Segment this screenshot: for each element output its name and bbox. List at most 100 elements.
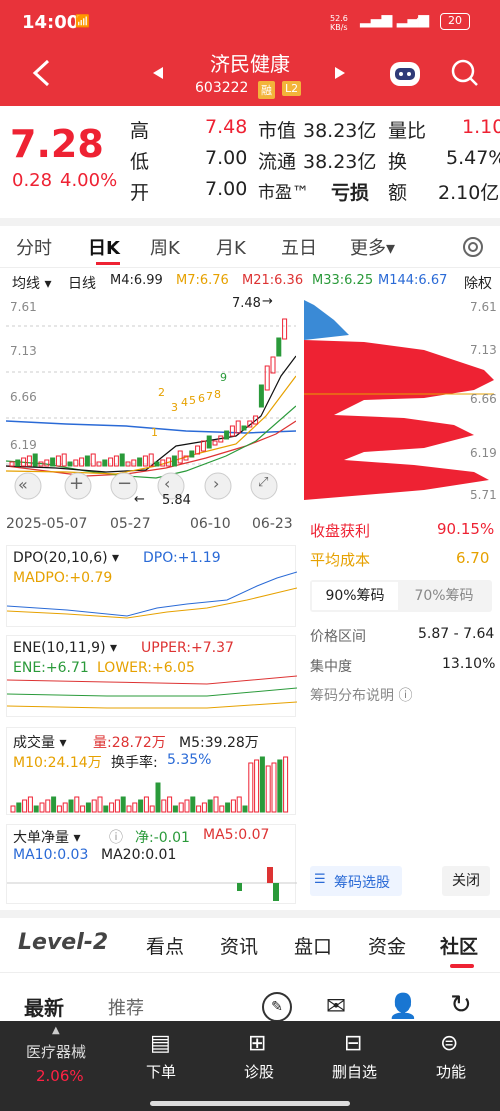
candle xyxy=(44,459,50,467)
volume-bar xyxy=(283,756,289,813)
quote-value: 5.47% xyxy=(446,147,500,169)
volume-bar xyxy=(62,802,68,813)
concentration-value: 13.10% xyxy=(442,656,496,672)
divider xyxy=(0,910,500,918)
dpo-panel[interactable]: DPO(20,10,6) ▾ DPO:+1.19 MADPO:+0.79 xyxy=(6,545,297,627)
chart-area: 均线 ▾ 日线 M4:6.99 M7:6.76 M21:6.36 M33:6.2… xyxy=(0,268,500,908)
chip-y-tick: 5.71 xyxy=(470,488,497,502)
tab-five-day[interactable]: 五日 xyxy=(281,234,317,260)
status-bar: 14:00 📶 52.6 KB/s ▂▄▆ ▂▄▆ ◠ 20 xyxy=(0,0,500,44)
post-icon[interactable]: ✎ xyxy=(262,992,292,1022)
tab-daily[interactable]: 日K xyxy=(88,234,120,260)
volume-bar xyxy=(242,805,248,813)
level2-badge: L2 xyxy=(282,81,302,96)
diagnose-icon[interactable]: ⊞ xyxy=(248,1031,266,1056)
ene-title[interactable]: ENE(10,11,9) ▾ xyxy=(13,640,117,656)
close-chip-button[interactable]: 关闭 xyxy=(442,866,490,896)
next-icon[interactable]: › xyxy=(213,474,219,493)
ene-upper: UPPER:+7.37 xyxy=(141,640,234,656)
ene-panel[interactable]: ENE(10,11,9) ▾ UPPER:+7.37 ENE:+6.71 LOW… xyxy=(6,635,297,717)
level2-tab[interactable]: Level-2 xyxy=(18,930,108,955)
settings-icon[interactable] xyxy=(460,234,486,260)
period-label: 日线 xyxy=(68,276,96,292)
tab-recommend[interactable]: 推荐 xyxy=(108,994,144,1020)
volume-bar xyxy=(80,805,86,813)
prev-icon[interactable]: ‹ xyxy=(164,474,170,493)
chip-select-button[interactable]: ☰ 筹码选股 xyxy=(310,866,402,896)
stock-header: 济民健康 603222 融 L2 xyxy=(0,44,500,106)
quote-value: 38.23亿 xyxy=(303,120,377,142)
remove-watch-button[interactable]: 删自选 xyxy=(332,1061,377,1082)
volume-bar xyxy=(97,796,103,813)
zoom-in-icon[interactable]: + xyxy=(69,473,84,494)
date-label: 06-23 xyxy=(252,516,293,532)
chip-select-label: 筹码选股 xyxy=(334,875,390,891)
signal-badge: 1 xyxy=(151,426,158,439)
user-icon[interactable]: 👤 xyxy=(388,992,418,1020)
order-button[interactable]: 下单 xyxy=(146,1061,176,1082)
refresh-icon[interactable]: ↻ xyxy=(450,990,472,1020)
tab-more[interactable]: 更多▾ xyxy=(350,234,395,260)
kline-chart[interactable]: 1 23 4 5 6 7 8 9 xyxy=(6,296,296,506)
menu-icon[interactable]: ⊜ xyxy=(440,1031,458,1056)
candle xyxy=(206,435,212,449)
robot-assistant-icon[interactable] xyxy=(388,58,422,88)
order-icon[interactable]: ▤ xyxy=(150,1031,171,1056)
tab-chip-70[interactable]: 70%筹码 xyxy=(400,582,488,610)
ex-rights-toggle[interactable]: 除权 xyxy=(464,273,492,293)
active-tab-indicator xyxy=(450,964,474,968)
dpo-title[interactable]: DPO(20,10,6) ▾ xyxy=(13,550,119,566)
signal-badge: 8 xyxy=(214,388,221,401)
function-button[interactable]: 功能 xyxy=(436,1061,466,1082)
chip-distribution-chart[interactable] xyxy=(304,300,494,500)
tab-community[interactable]: 社区 xyxy=(440,932,478,959)
tab-latest[interactable]: 最新 xyxy=(24,992,64,1021)
sector-pct: 2.06% xyxy=(36,1067,84,1085)
candle xyxy=(137,457,143,467)
ma-type-select[interactable]: 均线 ▾ xyxy=(12,273,51,293)
big-order-title[interactable]: 大单净量 ▾ xyxy=(13,827,80,847)
quote-label: 额 xyxy=(388,182,408,204)
mail-icon[interactable]: ✉ xyxy=(326,992,346,1020)
chip-explain-link[interactable]: 筹码分布说明 ⓘ xyxy=(310,685,412,705)
candle xyxy=(15,459,21,467)
tab-monthly[interactable]: 月K xyxy=(216,234,246,260)
volume-bar xyxy=(109,802,115,813)
diagnose-button[interactable]: 诊股 xyxy=(244,1061,274,1082)
scroll-left-icon[interactable]: « xyxy=(18,475,28,494)
volume-bar xyxy=(56,805,62,813)
expand-icon[interactable]: ▲ xyxy=(52,1025,60,1036)
divider xyxy=(0,972,500,973)
ma21-value: M21:6.36 xyxy=(242,273,304,288)
volume-bar xyxy=(27,796,33,813)
help-icon[interactable]: ⓘ xyxy=(109,827,123,847)
quote-value: 亏损 xyxy=(331,182,370,204)
tab-chip-90[interactable]: 90%筹码 xyxy=(312,582,398,610)
zoom-out-icon[interactable]: − xyxy=(117,473,132,494)
chip-y-tick: 6.19 xyxy=(470,446,497,460)
tab-intraday[interactable]: 分时 xyxy=(16,234,52,260)
tab-weekly[interactable]: 周K xyxy=(150,234,180,260)
back-icon[interactable] xyxy=(30,58,52,88)
big-order-ma20: MA20:0.01 xyxy=(101,847,177,863)
remove-watch-icon[interactable]: ⊟ xyxy=(344,1031,362,1056)
y-tick: 6.66 xyxy=(10,390,37,404)
divider xyxy=(0,218,500,226)
sector-name[interactable]: 医疗器械 xyxy=(26,1041,86,1062)
tab-highlights[interactable]: 看点 xyxy=(146,932,184,959)
quote-value: 2.10亿 xyxy=(438,182,500,204)
volume-panel[interactable]: 成交量 ▾ 量:28.72万 M5:39.28万 M10:24.14万 换手率:… xyxy=(6,727,296,815)
tab-funds[interactable]: 资金 xyxy=(368,932,406,959)
volume-bar xyxy=(225,802,231,813)
search-icon[interactable] xyxy=(450,58,480,88)
candle xyxy=(224,430,230,440)
candle xyxy=(84,455,90,467)
volume-bar xyxy=(155,782,161,813)
volume-bar xyxy=(143,796,149,813)
tab-news[interactable]: 资讯 xyxy=(220,932,258,959)
prev-stock-icon[interactable] xyxy=(152,66,164,80)
big-order-panel[interactable]: 大单净量 ▾ ⓘ 净:-0.01 MA5:0.07 MA10:0.03 MA20… xyxy=(6,824,297,904)
next-stock-icon[interactable] xyxy=(334,66,346,80)
tab-orderbook[interactable]: 盘口 xyxy=(294,932,332,959)
fullscreen-icon[interactable]: ⤢ xyxy=(258,475,268,490)
